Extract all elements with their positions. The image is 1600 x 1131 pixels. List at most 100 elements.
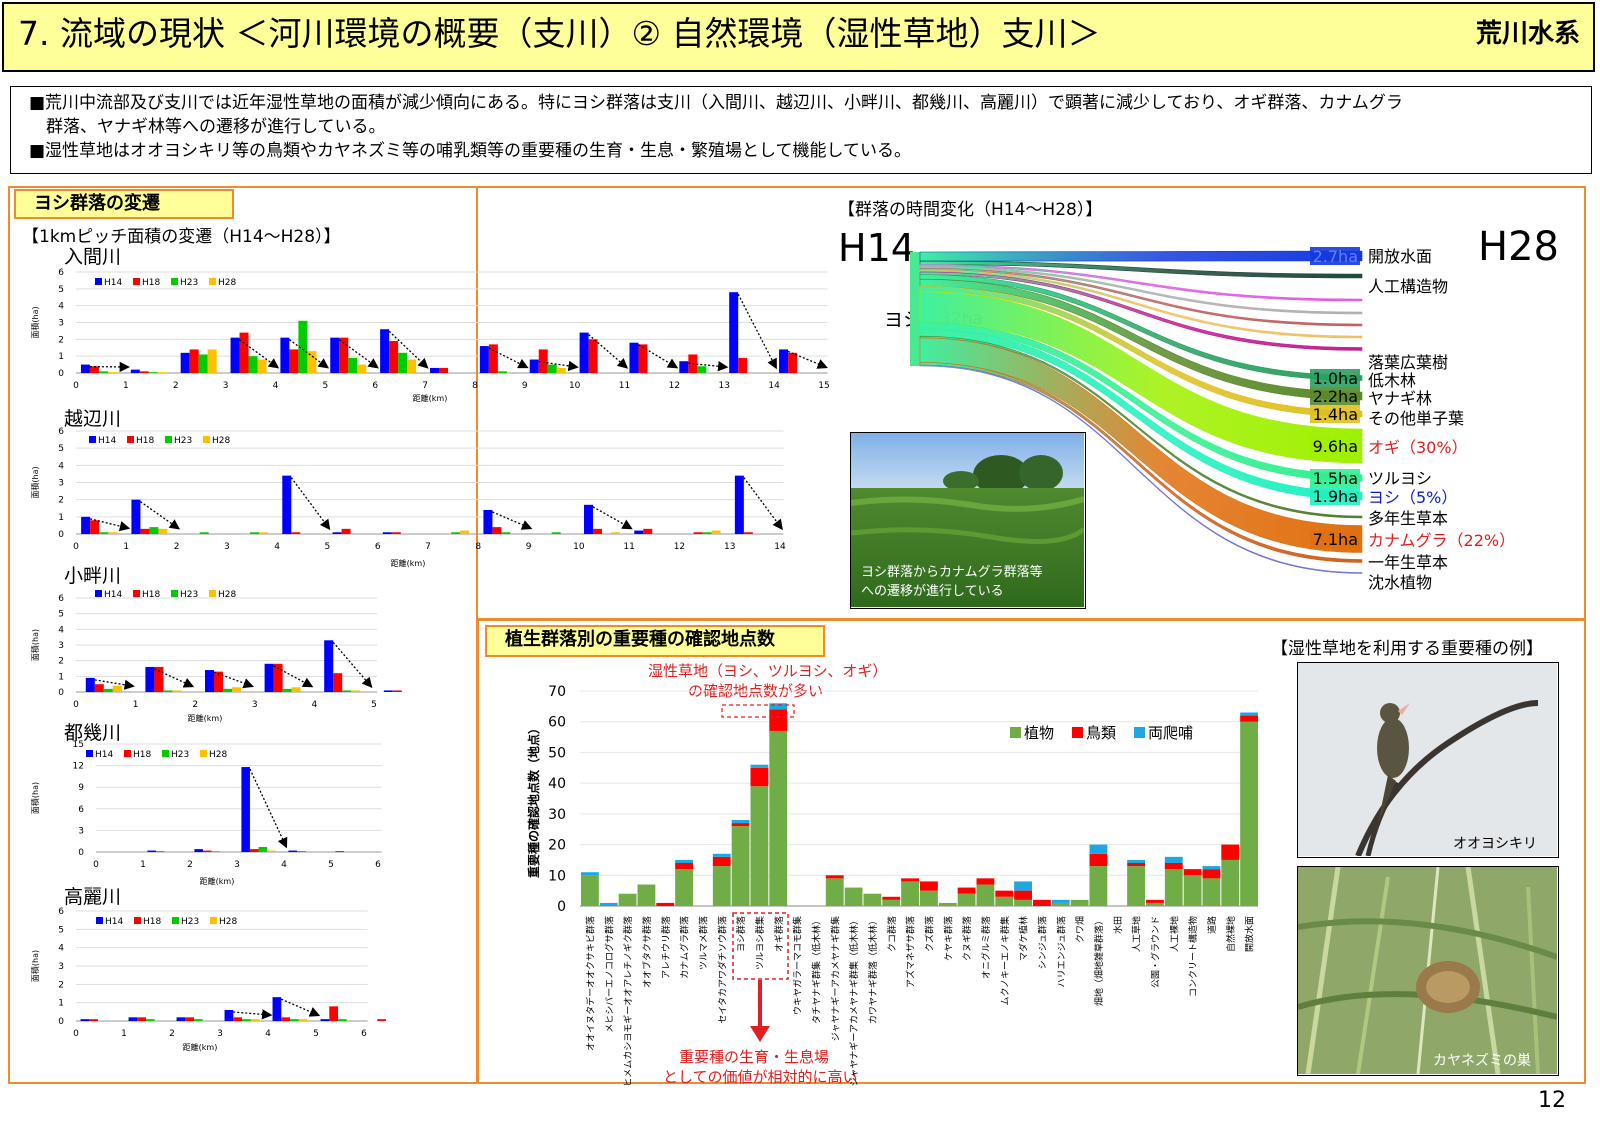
x-tick-label: ムクノキーエノキ群集 xyxy=(999,916,1011,1005)
stacked-bar-segment xyxy=(825,875,844,879)
stacked-bar-segment xyxy=(1127,859,1145,863)
stacked-bar-segment xyxy=(1033,899,1051,906)
sankey-target-label: 低木林 xyxy=(1368,371,1416,390)
x-tick-label: カワヤナギ群落（低木林） xyxy=(867,916,879,1024)
stacked-bar-segment xyxy=(1089,866,1108,906)
legend-swatch xyxy=(1134,727,1145,738)
stacked-bar-segment xyxy=(1164,856,1183,863)
x-tick-label: オオイヌタデーオオクサキビ群落 xyxy=(584,916,596,1051)
stacked-bar-segment xyxy=(656,902,675,906)
stacked-bar-segment xyxy=(901,881,919,906)
stacked-bar-segment xyxy=(1183,869,1202,876)
stacked-bar-segment xyxy=(825,878,844,906)
x-tick-label: アズマネザサ群落 xyxy=(905,916,917,988)
legend-swatch xyxy=(1072,727,1083,738)
sankey-value-label: 2.7ha xyxy=(1313,247,1358,266)
stacked-bar-segment xyxy=(712,853,731,857)
stacked-bar-segment xyxy=(1240,721,1258,906)
x-tick-label: ウキヤガラーマコモ群集 xyxy=(792,916,804,1015)
sankey-value-label: 9.6ha xyxy=(1313,437,1358,456)
stacked-bar-chart: 0 10 20 30 40 50 60 70 重要種の確認地点数（地点） オオイヌタデーオオクサキ… xyxy=(526,684,1258,1087)
x-tick-label: 開放水面 xyxy=(1244,916,1256,952)
stacked-bar-segment xyxy=(675,863,693,870)
stacked-bar-segment xyxy=(637,884,656,906)
legend-label: 両爬哺 xyxy=(1148,724,1193,742)
stacked-bar-segment xyxy=(712,856,731,867)
stacked-bar-segment xyxy=(844,887,863,906)
legend-label: 植物 xyxy=(1024,724,1054,742)
sankey-target-label: 沈水植物 xyxy=(1368,573,1432,592)
stacked-bar-segment xyxy=(1164,863,1183,870)
sankey-value-label: 1.9ha xyxy=(1313,487,1358,506)
x-tick-label: ヒメムカシヨモギーオオアレチノギク群落 xyxy=(622,916,634,1087)
stacked-bar-segment xyxy=(731,826,750,906)
x-tick-label: 畑地（畑地雑草群落） xyxy=(1093,916,1105,1006)
sankey-target-label: 人工構造物 xyxy=(1368,277,1448,296)
sankey-target-label: カナムグラ（22%） xyxy=(1368,531,1515,550)
x-tick-label: ケヤキ群落 xyxy=(942,916,954,961)
stacked-bar-segment xyxy=(599,902,618,906)
y-tick-label: 0 xyxy=(557,899,566,915)
x-tick-label: クコ群落 xyxy=(886,916,898,952)
sankey-target-label: オギ（30%） xyxy=(1368,438,1468,457)
bird-photo: オオヨシキリ xyxy=(1297,662,1559,858)
x-tick-label: 人工草地 xyxy=(1131,916,1143,952)
y-tick-label: 60 xyxy=(548,715,566,731)
sankey-value-label: 1.4ha xyxy=(1313,405,1358,424)
stacked-bar-segment xyxy=(1240,715,1258,722)
y-tick-label: 30 xyxy=(548,807,566,823)
legend-swatch xyxy=(1010,727,1021,738)
stacked-bar-segment xyxy=(750,764,769,768)
nest-photo: カヤネズミの巣 xyxy=(1297,866,1559,1076)
stacked-bar-segment xyxy=(675,869,693,906)
sankey-target-label: ヤナギ林 xyxy=(1368,389,1432,408)
sankey-value-label: 1.0ha xyxy=(1313,369,1358,388)
stacked-bar-segment xyxy=(901,878,919,882)
y-tick-label: 50 xyxy=(548,745,566,761)
nest-caption: カヤネズミの巣 xyxy=(1433,1053,1531,1069)
x-tick-label: ツルマメ群落 xyxy=(697,916,709,970)
x-tick-label: クズ群落 xyxy=(923,916,935,952)
x-tick-label: マダケ植林 xyxy=(1018,916,1030,961)
stacked-bar-segment xyxy=(1164,869,1183,906)
sankey-target-label: 開放水面 xyxy=(1368,247,1432,266)
stacked-bar-segment xyxy=(1183,875,1202,906)
x-tick-label: アレチウリ群落 xyxy=(660,916,672,979)
x-tick-label: シンジュ群落 xyxy=(1036,916,1048,969)
stacked-bar-segment xyxy=(581,872,599,876)
stacked-bar-segment xyxy=(995,896,1014,906)
stacked-bar-segment xyxy=(1014,890,1032,900)
x-tick-label: ハリエンジュ群落 xyxy=(1055,916,1067,987)
sankey-target-label: 落葉広葉樹 xyxy=(1368,353,1448,372)
x-tick-label: 道路 xyxy=(1206,916,1218,934)
stacked-bar-segment xyxy=(1089,844,1108,854)
stacked-bar-segment xyxy=(1146,902,1164,906)
x-tick-label: 公園・グラウンド xyxy=(1149,916,1161,988)
stacked-bar-segment xyxy=(920,881,938,891)
stacked-bar-segment xyxy=(750,767,769,787)
y-tick-label: 70 xyxy=(548,684,566,700)
y-tick-label: 20 xyxy=(548,838,566,854)
stacked-bar-segment xyxy=(769,730,788,906)
x-tick-label: クヌギ群落 xyxy=(961,916,973,961)
x-tick-label: セイタカアワダチソウ群落 xyxy=(716,916,728,1024)
stacked-bar-segment xyxy=(1221,844,1240,860)
stacked-bar-segment xyxy=(863,893,882,906)
sankey-target-label: ツルヨシ xyxy=(1368,469,1432,488)
sankey-target-label: 多年生草本 xyxy=(1368,509,1448,528)
stacked-bar-segment xyxy=(882,899,901,906)
stacked-bar-segment xyxy=(1014,881,1032,891)
sankey-target-label: 一年生草本 xyxy=(1368,553,1448,572)
sankey-value-label: 2.2ha xyxy=(1313,387,1358,406)
stacked-bar-segment xyxy=(920,890,938,906)
stacked-bar-segment xyxy=(731,823,750,827)
stacked-bar-segment xyxy=(1127,863,1145,867)
stacked-bar-segment xyxy=(1202,878,1221,906)
bird-caption: オオヨシキリ xyxy=(1453,836,1537,852)
x-tick-label: メヒシバーエノコログサ群落 xyxy=(603,916,615,1033)
stacked-bar-segment xyxy=(1127,866,1145,906)
x-tick-label: ジャヤナギーアカメヤナギ群集 xyxy=(829,916,841,1041)
stacked-bar-segment xyxy=(618,893,637,906)
y-axis-label: 重要種の確認地点数（地点） xyxy=(526,722,541,878)
x-tick-label: 人工裸地 xyxy=(1168,916,1180,952)
